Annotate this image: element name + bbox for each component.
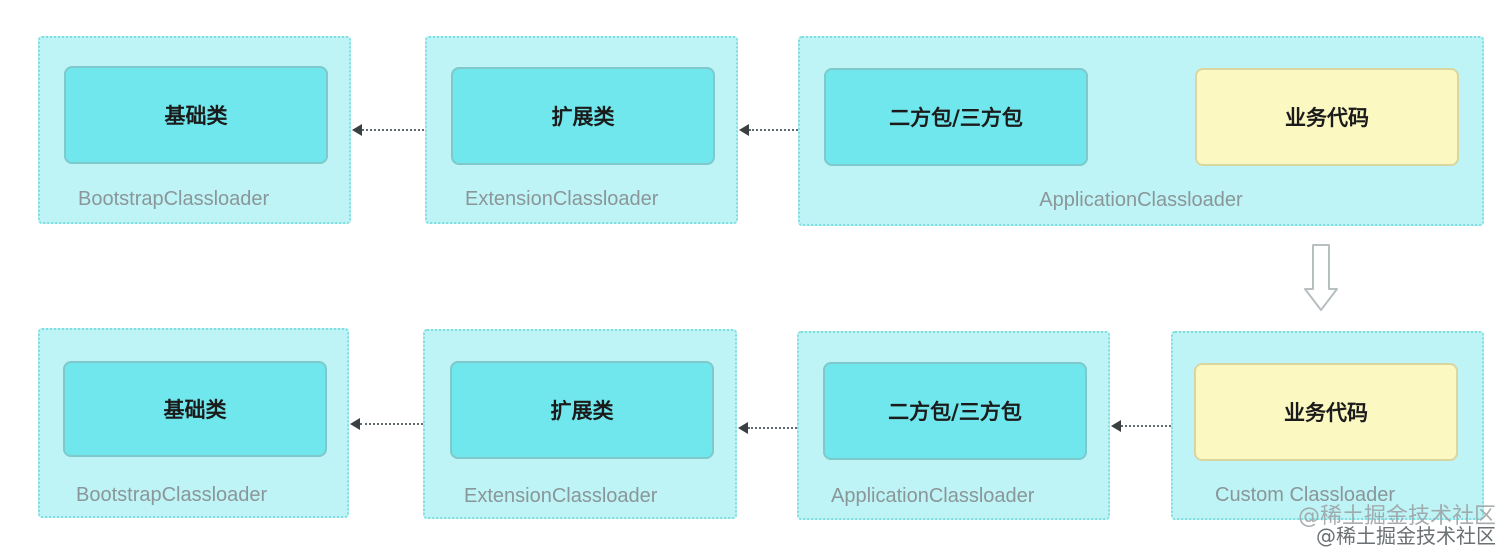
top-application-third-party-box: 二方包/三方包: [824, 68, 1088, 166]
down-arrow-icon: [1304, 244, 1338, 311]
arrow-line: [748, 427, 797, 429]
bottom-arrow-custom-to-app: [1111, 420, 1171, 432]
top-arrow-app-to-ext: [739, 124, 798, 136]
bottom-extension-box: 扩展类: [450, 361, 714, 459]
top-bootstrap-box: 基础类: [64, 66, 328, 164]
arrow-line: [1121, 425, 1171, 427]
top-extension-box: 扩展类: [451, 67, 715, 165]
bottom-custom-business-code-box: 业务代码: [1194, 363, 1458, 461]
top-application-classloader-group: 二方包/三方包 业务代码 ApplicationClassloader: [798, 36, 1484, 226]
bottom-extension-classloader-group: 扩展类 ExtensionClassloader: [423, 329, 737, 519]
arrow-line: [360, 423, 423, 425]
top-application-business-code-box: 业务代码: [1195, 68, 1459, 166]
top-bootstrap-caption: BootstrapClassloader: [78, 188, 270, 210]
bottom-application-caption: ApplicationClassloader: [831, 485, 1035, 507]
bottom-bootstrap-classloader-group: 基础类 BootstrapClassloader: [38, 328, 349, 518]
bottom-bootstrap-caption: BootstrapClassloader: [76, 484, 268, 506]
arrow-head: [1111, 420, 1121, 432]
top-extension-caption: ExtensionClassloader: [465, 188, 659, 210]
top-application-caption: ApplicationClassloader: [1039, 189, 1243, 211]
arrow-head: [739, 124, 749, 136]
bottom-application-box: 二方包/三方包: [823, 362, 1087, 460]
arrow-head: [352, 124, 362, 136]
top-arrow-ext-to-bootstrap: [352, 124, 424, 136]
arrow-head: [350, 418, 360, 430]
bottom-bootstrap-box: 基础类: [63, 361, 327, 457]
bottom-custom-classloader-group: 业务代码 Custom Classloader: [1171, 331, 1484, 520]
bottom-extension-caption: ExtensionClassloader: [464, 485, 658, 507]
bottom-application-classloader-group: 二方包/三方包 ApplicationClassloader: [797, 331, 1110, 520]
watermark-text-secondary: @稀土掘金技术社区: [1316, 524, 1496, 548]
arrow-line: [362, 129, 424, 131]
bottom-arrow-app-to-ext: [738, 422, 797, 434]
bottom-arrow-ext-to-bootstrap: [350, 418, 423, 430]
top-extension-classloader-group: 扩展类 ExtensionClassloader: [425, 36, 738, 224]
arrow-head: [738, 422, 748, 434]
arrow-line: [749, 129, 798, 131]
top-bootstrap-classloader-group: 基础类 BootstrapClassloader: [38, 36, 351, 224]
